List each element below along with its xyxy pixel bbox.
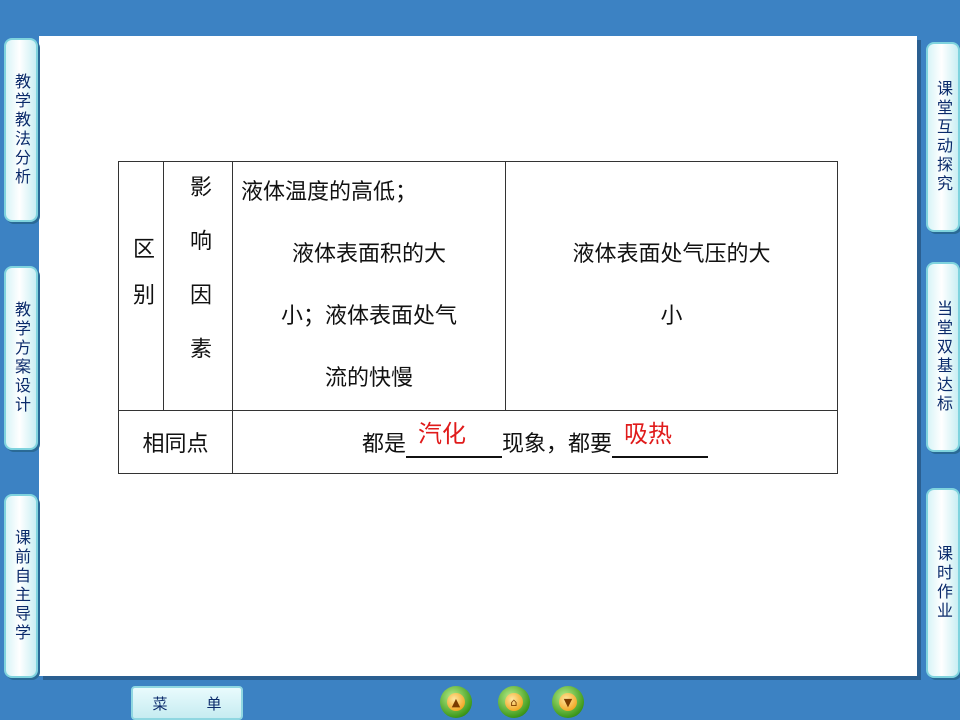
evaporation-line: 液体温度的高低； xyxy=(241,180,418,205)
tab-label: 课时作业 xyxy=(934,545,953,621)
tab-class-interaction[interactable]: 课堂互动探究 xyxy=(926,42,960,232)
factor-label: 影响因素 xyxy=(186,175,211,391)
menu-button[interactable]: 菜 单 xyxy=(131,686,243,720)
table-row: 区别 影响因素 液体温度的高低； 液体表面积的大 小；液体表面处气 流的快慢 液… xyxy=(118,161,838,411)
common-text-part2: 现象，都要 xyxy=(502,432,613,457)
common-text-cell: 都是 汽化 现象，都要 吸热 xyxy=(232,410,838,474)
home-icon[interactable]: ⌂ xyxy=(498,686,530,718)
arrow-down-icon[interactable]: ▼ xyxy=(552,686,584,718)
menu-label-left: 菜 xyxy=(152,694,168,713)
tab-teaching-analysis[interactable]: 教学教法分析 xyxy=(4,38,38,222)
tab-preclass-study[interactable]: 课前自主导学 xyxy=(4,494,38,678)
menu-label-right: 单 xyxy=(206,694,222,713)
factor-cell: 影响因素 xyxy=(163,161,233,411)
boiling-line: 小 xyxy=(660,304,683,329)
boiling-factors-cell: 液体表面处气压的大 小 xyxy=(505,161,838,411)
boiling-line: 液体表面处气压的大 xyxy=(572,242,771,267)
answer-blank-1: 汽化 xyxy=(406,420,502,458)
tab-teaching-plan[interactable]: 教学方案设计 xyxy=(4,266,38,450)
tab-label: 教学方案设计 xyxy=(12,301,31,415)
tab-label: 当堂双基达标 xyxy=(934,300,953,414)
answer-vaporization: 汽化 xyxy=(418,420,466,448)
answer-blank-2: 吸热 xyxy=(612,420,709,458)
evaporation-line: 流的快慢 xyxy=(324,366,413,391)
answer-absorb-heat: 吸热 xyxy=(624,420,673,448)
table-row: 相同点 都是 汽化 现象，都要 吸热 xyxy=(118,410,838,474)
tab-label: 课堂互动探究 xyxy=(934,80,953,194)
tab-label: 教学教法分析 xyxy=(12,73,31,187)
common-label: 相同点 xyxy=(142,432,209,457)
evaporation-line: 小；液体表面处气 xyxy=(280,304,457,329)
tab-homework[interactable]: 课时作业 xyxy=(926,488,960,678)
arrow-up-icon[interactable]: ▲ xyxy=(440,686,472,718)
tab-label: 课前自主导学 xyxy=(12,529,31,643)
common-text-part1: 都是 xyxy=(361,432,406,457)
evaporation-line: 液体表面积的大 xyxy=(291,242,446,267)
comparison-table: 区别 影响因素 液体温度的高低； 液体表面积的大 小；液体表面处气 流的快慢 液… xyxy=(118,161,838,474)
difference-cell: 区别 xyxy=(118,161,164,411)
evaporation-factors-cell: 液体温度的高低； 液体表面积的大 小；液体表面处气 流的快慢 xyxy=(232,161,506,411)
difference-label: 区别 xyxy=(129,237,154,329)
tab-basic-practice[interactable]: 当堂双基达标 xyxy=(926,262,960,452)
common-label-cell: 相同点 xyxy=(118,410,233,474)
